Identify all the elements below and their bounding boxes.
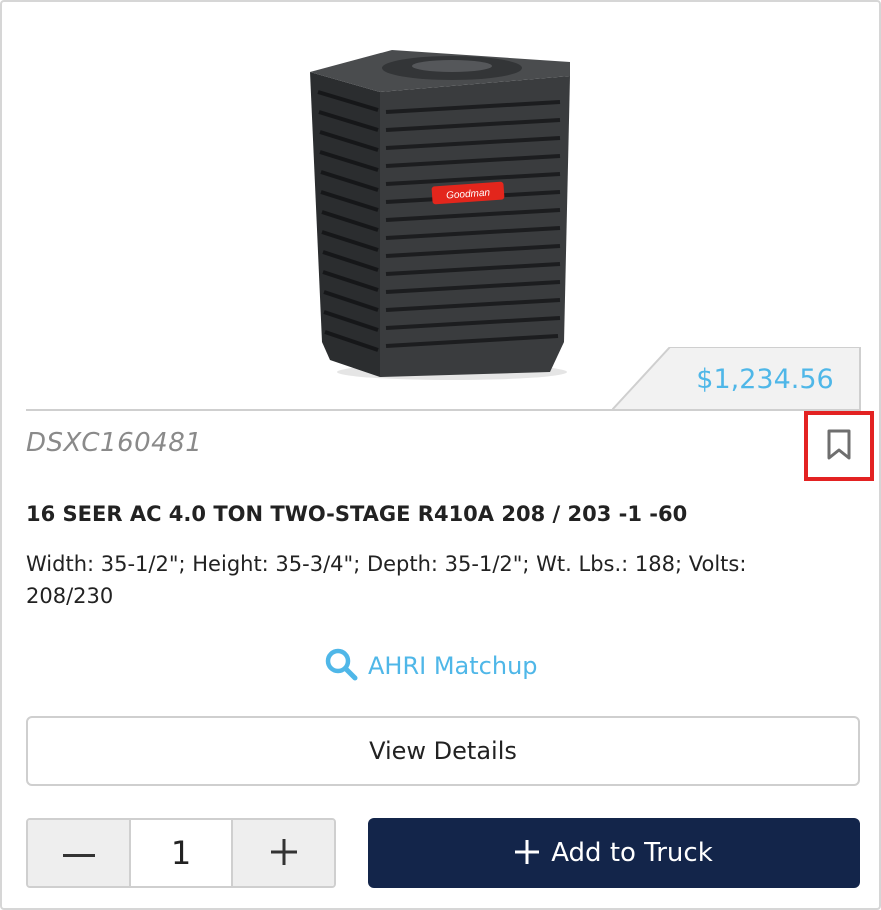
view-details-button[interactable]: View Details [26,716,860,786]
plus-icon [270,838,297,868]
product-sku: DSXC160481 [26,428,203,458]
quantity-stepper [26,818,336,888]
product-title: 16 SEER AC 4.0 TON TWO-STAGE R410A 208 /… [26,502,688,526]
add-to-truck-label: Add to Truck [551,838,713,868]
decrement-button[interactable] [28,820,129,886]
ahri-matchup-link[interactable]: AHRI Matchup [324,646,538,686]
product-specs: Width: 35-1/2"; Height: 35-3/4"; Depth: … [26,552,747,608]
add-to-truck-button[interactable]: Add to Truck [368,818,860,888]
ahri-matchup-label: AHRI Matchup [368,652,538,680]
search-icon [324,647,358,686]
minus-icon [62,846,95,861]
price: $1,234.56 [696,364,834,395]
increment-button[interactable] [233,820,334,886]
bookmark-icon [825,428,853,465]
quantity-input[interactable] [129,820,233,886]
plus-icon [515,839,540,867]
product-image[interactable]: Goodman [302,42,582,382]
product-card: Goodman $1,234.56 DSXC160481 16 SEER AC … [0,0,881,910]
bookmark-button[interactable] [804,411,874,481]
